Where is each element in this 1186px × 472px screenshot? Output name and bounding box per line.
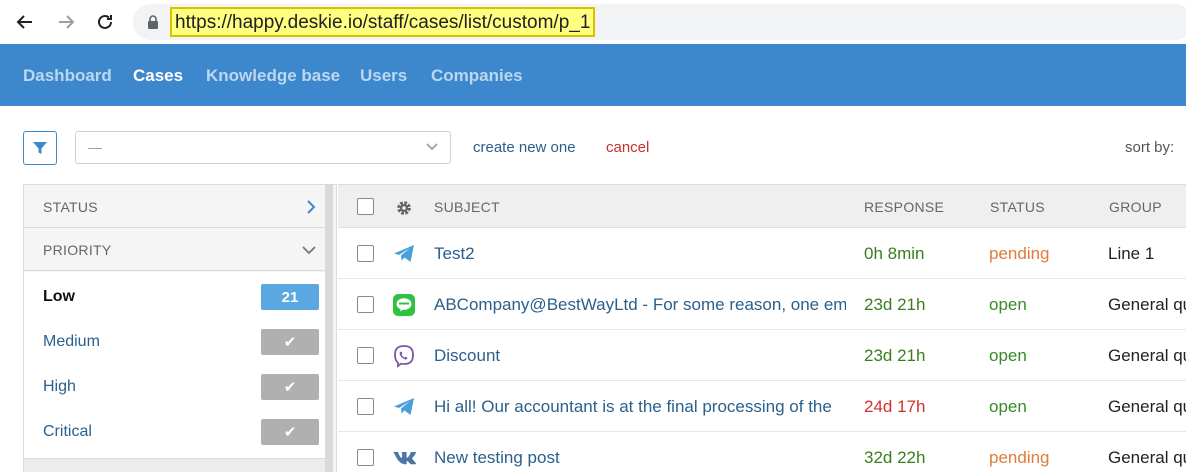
arrow-right-icon	[59, 15, 75, 29]
table-row[interactable]: ABCompany@BestWayLtd - For some reason, …	[338, 279, 1186, 330]
case-subject-link[interactable]: Discount	[434, 346, 846, 366]
chevron-down-icon	[302, 246, 316, 255]
row-checkbox[interactable]	[357, 398, 374, 415]
row-checkbox[interactable]	[357, 245, 374, 262]
group-name: General query	[1108, 346, 1186, 365]
telegram-icon	[392, 242, 416, 266]
gear-icon[interactable]	[395, 199, 413, 217]
response-time: 32d 22h	[864, 448, 926, 467]
main-navigation: Dashboard Cases Knowledge base Users Com…	[0, 44, 1186, 106]
chevron-right-icon	[307, 200, 316, 214]
nav-dashboard[interactable]: Dashboard	[23, 66, 112, 86]
priority-filter-header[interactable]: PRIORITY	[24, 228, 326, 271]
case-subject-link[interactable]: ABCompany@BestWayLtd - For some reason, …	[434, 295, 846, 315]
case-subject-link[interactable]: Hi all! Our accountant is at the final p…	[434, 397, 846, 417]
group-name: General query	[1108, 397, 1186, 416]
viber-icon	[392, 344, 416, 368]
checkmark-icon[interactable]: ✔	[261, 374, 319, 400]
filter-select-value: —	[88, 139, 102, 155]
forward-button[interactable]	[52, 8, 80, 36]
reload-button[interactable]	[91, 8, 119, 36]
priority-list: Low 21 Medium ✔ High ✔ Critical ✔	[24, 272, 326, 458]
case-subject-link[interactable]: Test2	[434, 244, 846, 264]
sort-by-label: sort by:	[1125, 139, 1175, 156]
line-icon	[392, 293, 416, 317]
arrow-left-icon	[16, 15, 32, 29]
nav-knowledge-base[interactable]: Knowledge base	[206, 66, 340, 86]
filter-button[interactable]	[23, 131, 57, 165]
status-badge: pending	[989, 448, 1050, 467]
nav-companies[interactable]: Companies	[431, 66, 523, 86]
reload-icon	[98, 14, 112, 29]
column-header-group[interactable]: GROUP	[1109, 199, 1162, 215]
nav-users[interactable]: Users	[360, 66, 407, 86]
column-header-subject[interactable]: SUBJECT	[434, 199, 500, 215]
select-all-checkbox[interactable]	[357, 198, 374, 215]
lock-icon	[148, 15, 158, 29]
filter-select[interactable]: —	[75, 131, 451, 164]
filter-icon	[33, 142, 47, 154]
create-new-link[interactable]: create new one	[473, 139, 576, 156]
table-row[interactable]: New testing post 32d 22h pending General qu…	[338, 432, 1186, 472]
case-subject-link[interactable]: New testing post	[434, 448, 846, 468]
priority-item-critical[interactable]: Critical ✔	[24, 407, 326, 452]
vk-icon	[392, 446, 417, 470]
next-filter-section[interactable]	[24, 458, 326, 472]
browser-toolbar: https://happy.deskie.io/staff/cases/list…	[0, 0, 1186, 44]
column-header-response[interactable]: RESPONSE	[864, 199, 944, 215]
table-header: SUBJECT RESPONSE STATUS GROUP	[338, 185, 1186, 228]
status-badge: open	[989, 346, 1027, 365]
status-filter-label: STATUS	[43, 199, 98, 215]
priority-filter-label: PRIORITY	[43, 242, 112, 258]
row-checkbox[interactable]	[357, 449, 374, 466]
address-bar[interactable]: https://happy.deskie.io/staff/cases/list…	[133, 4, 1186, 40]
priority-item-high[interactable]: High ✔	[24, 362, 326, 407]
checkmark-icon[interactable]: ✔	[261, 419, 319, 445]
status-filter-header[interactable]: STATUS	[24, 185, 326, 228]
priority-label: High	[43, 378, 76, 395]
cases-table: SUBJECT RESPONSE STATUS GROUP Test2 0h 8m…	[338, 184, 1186, 472]
filter-sidebar: STATUS PRIORITY Low 21 Medium ✔ High ✔ C…	[23, 184, 337, 472]
response-time: 23d 21h	[864, 295, 926, 314]
row-checkbox[interactable]	[357, 347, 374, 364]
chevron-down-icon	[426, 143, 438, 151]
group-name: General query	[1108, 448, 1186, 467]
table-row[interactable]: Test2 0h 8min pending Line 1	[338, 228, 1186, 279]
status-badge: open	[989, 295, 1027, 314]
url-text[interactable]: https://happy.deskie.io/staff/cases/list…	[170, 7, 596, 37]
group-name: Line 1	[1108, 244, 1155, 263]
sidebar-scrollbar[interactable]	[325, 184, 333, 472]
column-header-status[interactable]: STATUS	[990, 199, 1045, 215]
priority-item-low[interactable]: Low 21	[24, 272, 326, 317]
back-button[interactable]	[11, 8, 39, 36]
telegram-icon	[392, 395, 416, 419]
priority-item-medium[interactable]: Medium ✔	[24, 317, 326, 362]
status-badge: pending	[989, 244, 1050, 263]
table-row[interactable]: Hi all! Our accountant is at the final p…	[338, 381, 1186, 432]
response-time: 23d 21h	[864, 346, 926, 365]
response-time: 0h 8min	[864, 244, 925, 263]
response-time: 24d 17h	[864, 397, 926, 416]
cancel-link[interactable]: cancel	[606, 139, 649, 156]
priority-count-badge[interactable]: 21	[261, 284, 319, 310]
group-name: General query	[1108, 295, 1186, 314]
checkmark-icon[interactable]: ✔	[261, 329, 319, 355]
priority-label: Critical	[43, 423, 92, 440]
priority-label: Medium	[43, 333, 100, 350]
priority-label: Low	[43, 288, 75, 305]
row-checkbox[interactable]	[357, 296, 374, 313]
status-badge: open	[989, 397, 1027, 416]
nav-cases[interactable]: Cases	[133, 66, 183, 86]
table-row[interactable]: Discount 23d 21h open General query	[338, 330, 1186, 381]
